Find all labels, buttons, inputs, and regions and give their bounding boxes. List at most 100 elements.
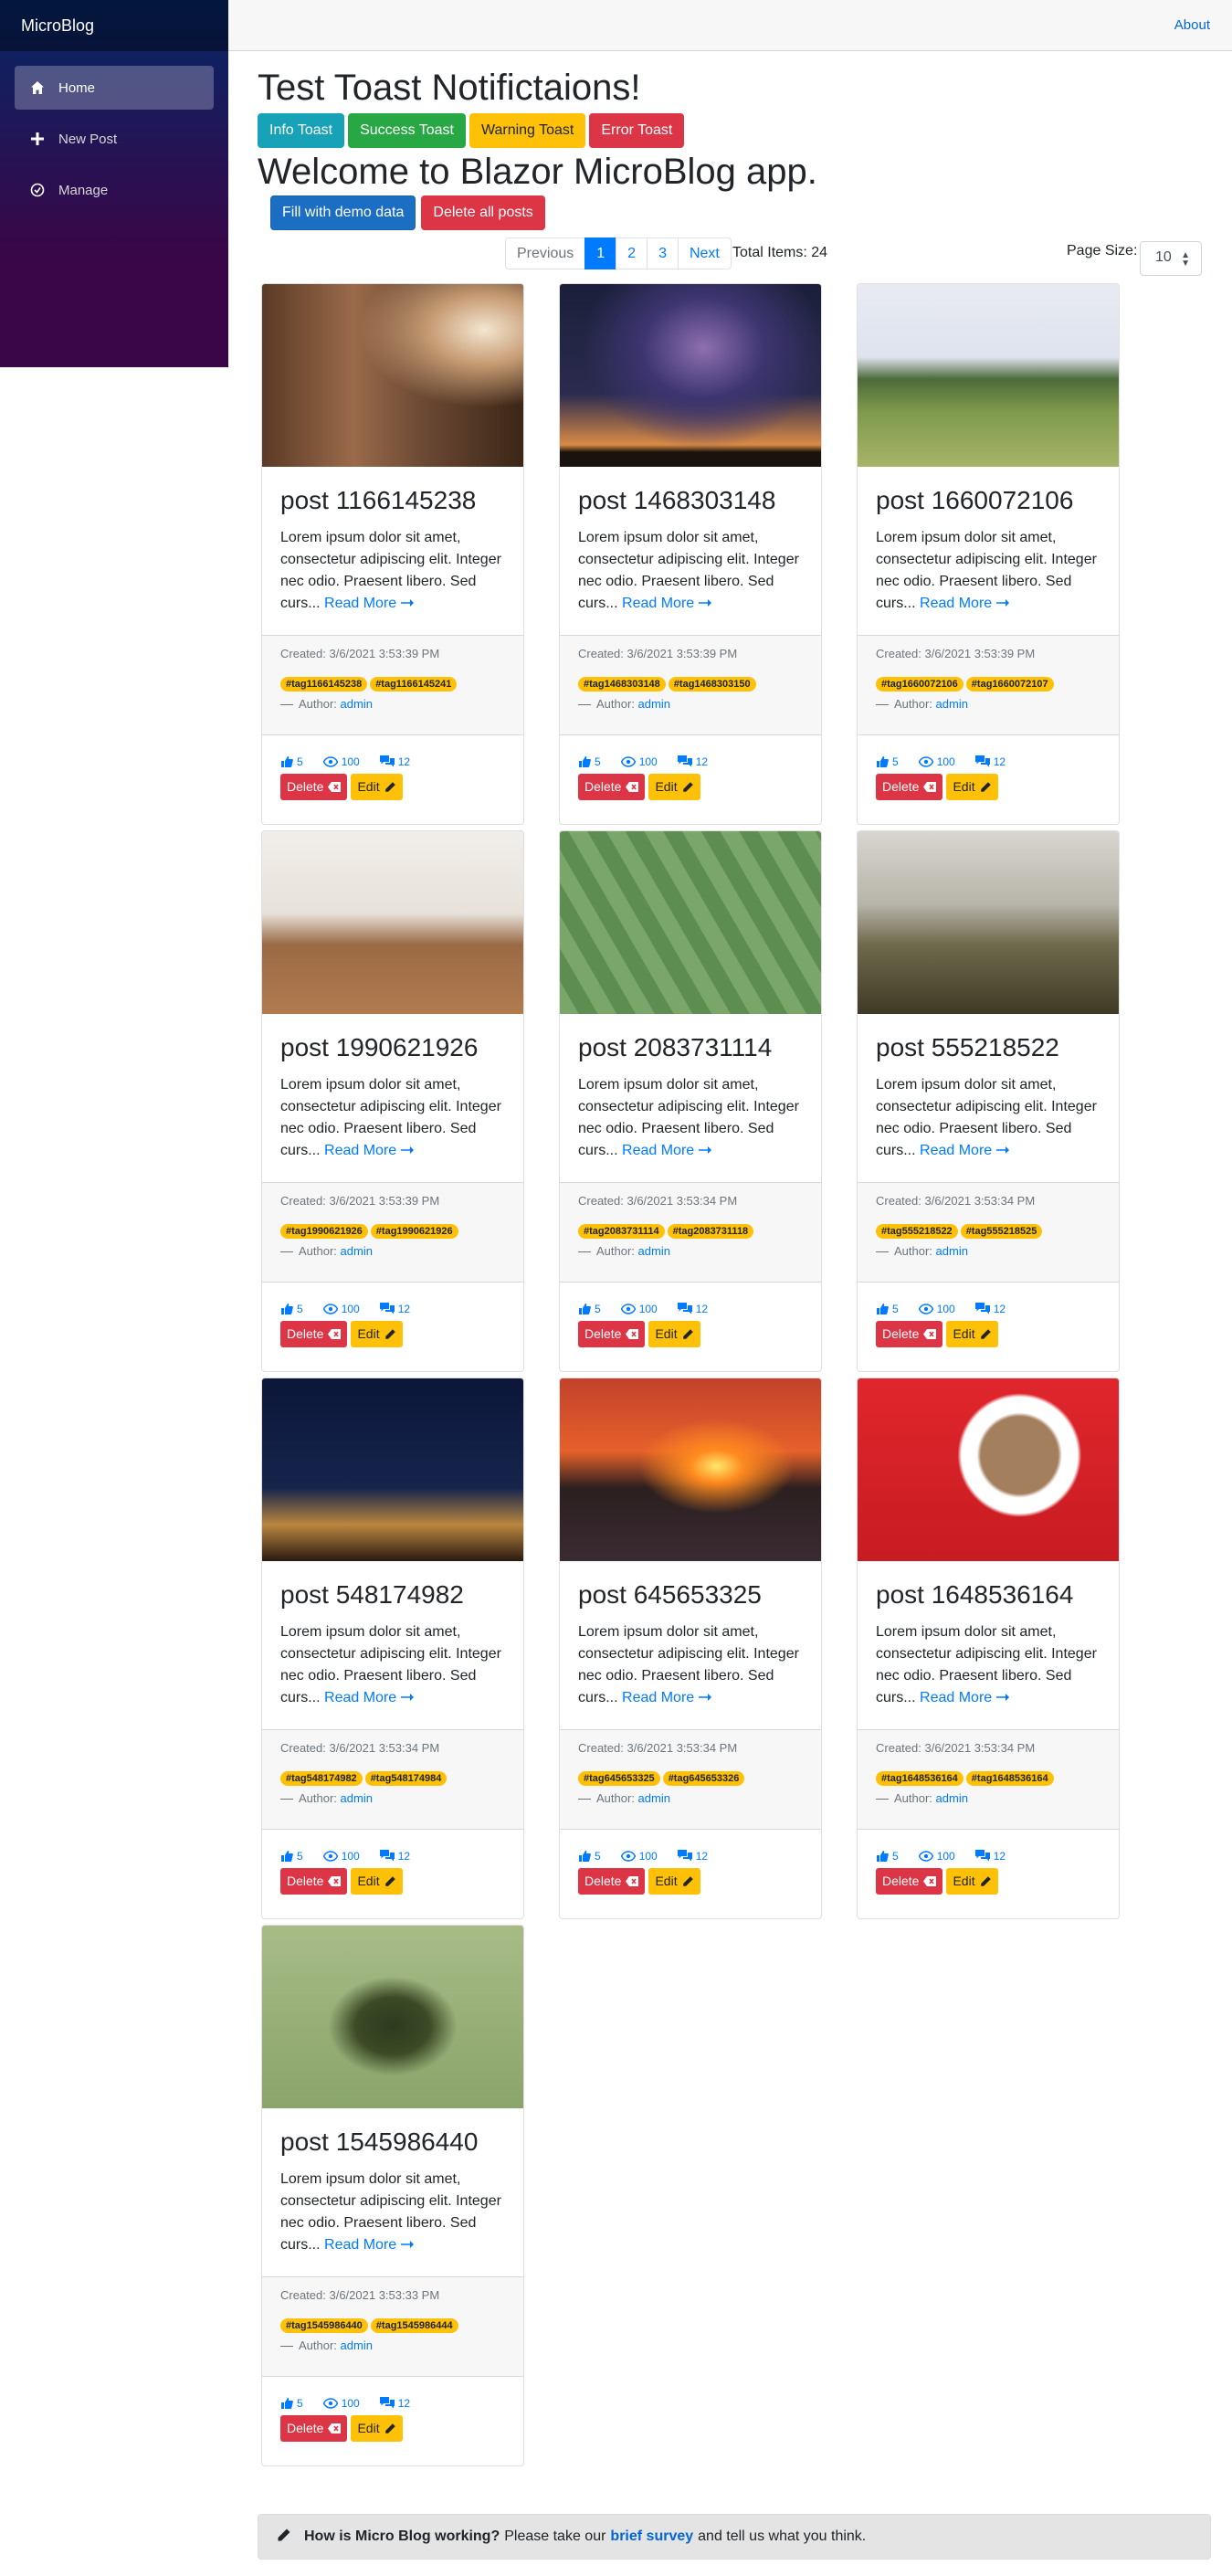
brand[interactable]: MicroBlog	[0, 0, 228, 51]
edit-post-button[interactable]: Edit	[351, 1321, 403, 1347]
author-link[interactable]: admin	[341, 697, 373, 711]
error-toast-button[interactable]: Error Toast	[589, 113, 685, 148]
delete-post-button[interactable]: Delete	[876, 774, 943, 800]
comments-stat[interactable]: 12	[974, 1850, 1006, 1863]
comments-stat[interactable]: 12	[379, 755, 410, 768]
tag-badge[interactable]: #tag1545986440	[280, 2318, 368, 2333]
delete-post-button[interactable]: Delete	[280, 1321, 348, 1347]
delete-post-button[interactable]: Delete	[876, 1868, 943, 1895]
tag-badge[interactable]: #tag555218525	[960, 1224, 1043, 1239]
read-more-label: Read More	[920, 1142, 993, 1158]
comments-stat[interactable]: 12	[677, 1303, 708, 1315]
read-more-link[interactable]: Read More	[324, 596, 414, 611]
author-link[interactable]: admin	[638, 1244, 670, 1258]
edit-post-button[interactable]: Edit	[648, 774, 700, 800]
author-link[interactable]: admin	[341, 1244, 373, 1258]
delete-post-button[interactable]: Delete	[578, 1868, 646, 1895]
likes-stat[interactable]: 5	[876, 1850, 899, 1863]
sidebar-item-home[interactable]: Home	[15, 66, 214, 110]
comments-stat[interactable]: 12	[974, 1303, 1006, 1315]
edit-post-button[interactable]: Edit	[648, 1868, 700, 1895]
delete-post-button[interactable]: Delete	[280, 2415, 348, 2442]
author-link[interactable]: admin	[341, 2338, 373, 2352]
read-more-link[interactable]: Read More	[622, 596, 711, 611]
success-toast-button[interactable]: Success Toast	[348, 113, 466, 148]
tag-badge[interactable]: #tag1468303148	[578, 677, 666, 692]
tag-badge[interactable]: #tag1990621926	[370, 1224, 458, 1239]
tag-badge[interactable]: #tag555218522	[876, 1224, 958, 1239]
tag-badge[interactable]: #tag1166145238	[280, 677, 368, 692]
comments-stat[interactable]: 12	[974, 755, 1006, 768]
page-2-button[interactable]: 2	[616, 238, 648, 270]
read-more-link[interactable]: Read More	[324, 2237, 414, 2253]
edit-post-button[interactable]: Edit	[648, 1321, 700, 1347]
page-1-button[interactable]: 1	[584, 238, 617, 270]
read-more-link[interactable]: Read More	[324, 1690, 414, 1705]
author-link[interactable]: admin	[638, 1791, 670, 1805]
sidebar-item-manage[interactable]: Manage	[15, 168, 214, 212]
info-toast-button[interactable]: Info Toast	[258, 113, 345, 148]
read-more-link[interactable]: Read More	[622, 1143, 711, 1158]
read-more-link[interactable]: Read More	[920, 596, 1009, 611]
tag-badge[interactable]: #tag1660072107	[965, 677, 1054, 692]
delete-post-button[interactable]: Delete	[578, 1321, 646, 1347]
tag-badge[interactable]: #tag1468303150	[668, 677, 756, 692]
author-link[interactable]: admin	[936, 1244, 968, 1258]
read-more-link[interactable]: Read More	[324, 1143, 414, 1158]
edit-post-button[interactable]: Edit	[351, 1868, 403, 1895]
tag-badge[interactable]: #tag2083731114	[578, 1224, 665, 1239]
likes-stat[interactable]: 5	[578, 1303, 601, 1315]
delete-all-posts-button[interactable]: Delete all posts	[421, 195, 545, 230]
likes-stat[interactable]: 5	[876, 755, 899, 768]
author-link[interactable]: admin	[638, 697, 670, 711]
comments-stat[interactable]: 12	[677, 755, 708, 768]
likes-stat[interactable]: 5	[280, 2397, 303, 2410]
author-link[interactable]: admin	[341, 1791, 373, 1805]
read-more-link[interactable]: Read More	[920, 1143, 1009, 1158]
survey-link[interactable]: brief survey	[610, 2528, 693, 2545]
read-more-link[interactable]: Read More	[920, 1690, 1009, 1705]
edit-post-button[interactable]: Edit	[351, 2415, 403, 2442]
tag-badge[interactable]: #tag645653326	[662, 1771, 745, 1786]
likes-stat[interactable]: 5	[280, 755, 303, 768]
warning-toast-button[interactable]: Warning Toast	[469, 113, 586, 148]
read-more-link[interactable]: Read More	[622, 1690, 711, 1705]
edit-post-button[interactable]: Edit	[351, 774, 403, 800]
comments-stat[interactable]: 12	[379, 2397, 410, 2410]
edit-post-button[interactable]: Edit	[946, 1321, 998, 1347]
tag-badge[interactable]: #tag645653325	[578, 1771, 660, 1786]
page-3-button[interactable]: 3	[647, 238, 679, 270]
fill-demo-data-button[interactable]: Fill with demo data	[270, 195, 416, 230]
delete-post-button[interactable]: Delete	[280, 774, 348, 800]
tag-badge[interactable]: #tag1660072106	[876, 677, 963, 692]
tag-badge[interactable]: #tag1545986444	[370, 2318, 458, 2333]
tag-badge[interactable]: #tag548174982	[280, 1771, 363, 1786]
tag-badge[interactable]: #tag2083731118	[667, 1224, 754, 1239]
author-link[interactable]: admin	[936, 697, 968, 711]
tag-badge[interactable]: #tag1990621926	[280, 1224, 368, 1239]
likes-stat[interactable]: 5	[578, 755, 601, 768]
tag-badge[interactable]: #tag1648536164	[965, 1771, 1054, 1786]
likes-stat[interactable]: 5	[280, 1850, 303, 1863]
comments-stat[interactable]: 12	[379, 1303, 410, 1315]
sidebar-item-new-post[interactable]: New Post	[15, 117, 214, 161]
delete-post-button[interactable]: Delete	[876, 1321, 943, 1347]
comments-stat[interactable]: 12	[379, 1850, 410, 1863]
author-link[interactable]: admin	[936, 1791, 968, 1805]
edit-post-button[interactable]: Edit	[946, 1868, 998, 1895]
delete-post-button[interactable]: Delete	[280, 1868, 348, 1895]
delete-post-button[interactable]: Delete	[578, 774, 646, 800]
page-size-select[interactable]: 10 ▲ ▼	[1140, 241, 1202, 276]
tag-badge[interactable]: #tag1648536164	[876, 1771, 963, 1786]
next-page-button[interactable]: Next	[677, 238, 732, 270]
about-link[interactable]: About	[1174, 17, 1210, 33]
previous-page-button[interactable]: Previous	[505, 238, 586, 270]
edit-post-button[interactable]: Edit	[946, 774, 998, 800]
read-more-label: Read More	[920, 595, 993, 611]
comments-stat[interactable]: 12	[677, 1850, 708, 1863]
likes-stat[interactable]: 5	[876, 1303, 899, 1315]
tag-badge[interactable]: #tag1166145241	[370, 677, 458, 692]
likes-stat[interactable]: 5	[578, 1850, 601, 1863]
likes-stat[interactable]: 5	[280, 1303, 303, 1315]
tag-badge[interactable]: #tag548174984	[364, 1771, 448, 1786]
